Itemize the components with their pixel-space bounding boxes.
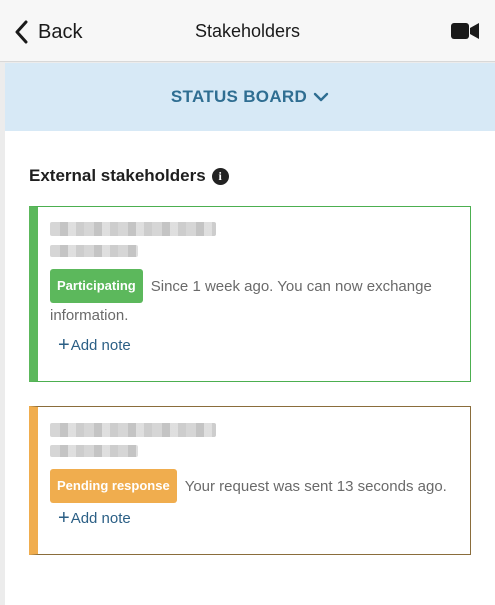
stakeholder-card: Pending response Your request was sent 13… xyxy=(29,406,471,555)
add-note-label: Add note xyxy=(70,336,131,354)
redacted-name xyxy=(50,423,216,437)
plus-icon: + xyxy=(58,334,70,356)
add-note-button[interactable]: + Add note xyxy=(58,508,131,528)
stakeholder-status-text: Participating Since 1 week ago. You can n… xyxy=(50,269,458,329)
stakeholder-card: Participating Since 1 week ago. You can n… xyxy=(29,206,471,382)
plus-icon: + xyxy=(58,507,70,529)
add-note-label: Add note xyxy=(70,509,131,527)
add-note-button[interactable]: + Add note xyxy=(58,335,131,355)
section-heading: External stakeholders i xyxy=(29,166,229,186)
video-camera-icon xyxy=(451,23,479,39)
section-title: External stakeholders xyxy=(29,166,206,185)
status-badge: Participating xyxy=(50,269,143,303)
redacted-organization xyxy=(50,245,138,257)
video-call-button[interactable] xyxy=(451,22,479,45)
status-board-label: STATUS BOARD xyxy=(170,87,308,106)
info-icon[interactable]: i xyxy=(211,167,229,185)
stakeholder-status-text: Pending response Your request was sent 13… xyxy=(50,469,458,503)
status-description: Your request was sent 13 seconds ago. xyxy=(184,478,447,495)
status-badge: Pending response xyxy=(50,469,177,503)
redacted-name xyxy=(50,222,216,236)
status-board-toggle[interactable]: STATUS BOARD xyxy=(5,63,495,131)
chevron-down-icon xyxy=(313,92,329,102)
main-content: External stakeholders i Participating Sin… xyxy=(5,131,495,605)
page-title: Stakeholders xyxy=(194,21,301,41)
top-navigation-bar: Back Stakeholders xyxy=(0,0,495,62)
redacted-organization xyxy=(50,445,138,457)
